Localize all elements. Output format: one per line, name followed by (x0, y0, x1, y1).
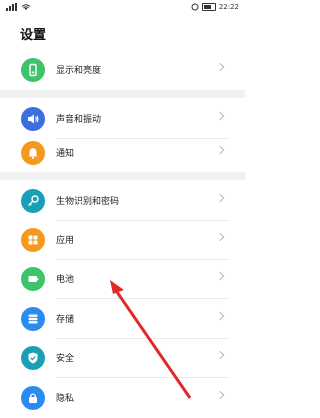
chevron-right-icon (215, 111, 225, 121)
settings-item-notifications[interactable]: 通知 (0, 132, 245, 173)
settings-item-label: 生物识别和密码 (56, 197, 120, 207)
settings-item-biometrics-password[interactable]: 生物识别和密码 (0, 180, 245, 221)
key-icon (21, 188, 45, 213)
chevron-right-icon (215, 311, 225, 321)
settings-item-storage[interactable]: 存储 (0, 298, 245, 339)
settings-item-label: 安全 (56, 354, 75, 364)
bell-icon (21, 140, 45, 165)
page-title: 设置 (20, 28, 47, 43)
speaker-icon (21, 106, 45, 131)
signal-icon (6, 3, 17, 11)
settings-item-display-brightness[interactable]: 显示和亮度 (0, 49, 245, 90)
chevron-right-icon (215, 62, 225, 72)
settings-item-label: 显示和亮度 (56, 66, 102, 76)
settings-item-label: 通知 (56, 149, 75, 159)
wifi-icon (21, 4, 31, 10)
status-time: 22:22 (218, 3, 239, 11)
chevron-right-icon (215, 390, 225, 400)
status-bar: 22:22 (0, 0, 245, 16)
chevron-right-icon (215, 193, 225, 203)
settings-item-label: 声音和振动 (56, 115, 102, 125)
apps-grid-icon (21, 227, 45, 252)
settings-item-label: 应用 (56, 236, 75, 246)
group-divider (0, 90, 245, 98)
alarm-icon (191, 3, 199, 11)
status-left-icons (6, 3, 31, 11)
chevron-right-icon (215, 271, 225, 281)
chevron-right-icon (215, 350, 225, 360)
storage-icon (21, 306, 45, 331)
privacy-icon (21, 385, 45, 410)
chevron-right-icon (215, 232, 225, 242)
shield-check-icon (21, 345, 45, 370)
settings-item-security[interactable]: 安全 (0, 337, 245, 378)
battery-icon (21, 266, 45, 291)
settings-item-label: 电池 (56, 275, 75, 285)
battery-status-icon (201, 3, 216, 11)
settings-item-privacy[interactable]: 隐私 (0, 377, 245, 418)
group-divider (0, 172, 245, 180)
settings-item-battery[interactable]: 电池 (0, 258, 245, 299)
status-right-icons: 22:22 (191, 3, 239, 11)
settings-item-label: 存储 (56, 315, 75, 325)
settings-item-label: 隐私 (56, 394, 75, 404)
chevron-right-icon (215, 145, 225, 155)
display-phone-icon (21, 57, 45, 82)
settings-item-apps[interactable]: 应用 (0, 219, 245, 260)
